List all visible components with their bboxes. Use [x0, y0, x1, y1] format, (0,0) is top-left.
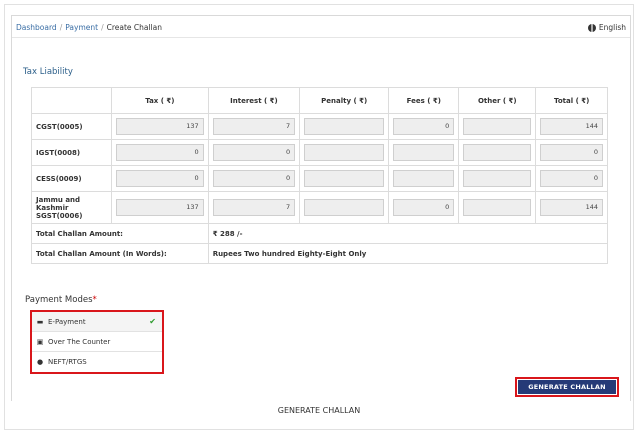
breadcrumb-current: Create Challan — [106, 23, 163, 32]
screenshot-frame: Dashboard / Payment / Create Challan Eng… — [4, 4, 634, 430]
checkmark-icon: ✔ — [149, 317, 156, 326]
breadcrumb-separator: / — [59, 23, 63, 32]
tax-liability-table: Tax ( ₹) Interest ( ₹) Penalty ( ₹) Fees… — [31, 87, 609, 264]
amount-in-words-label: Total Challan Amount (In Words): — [31, 243, 209, 264]
fees-field: 0 — [393, 199, 455, 216]
fees-field — [393, 144, 455, 161]
globe-icon — [587, 23, 596, 32]
figure-caption: GENERATE CHALLAN — [277, 406, 361, 415]
penalty-field — [304, 118, 385, 135]
tax-field: 0 — [116, 170, 204, 187]
tax-liability-title: Tax Liability — [23, 67, 73, 77]
total-field: 0 — [540, 144, 603, 161]
table-header: Interest ( ₹) — [207, 87, 301, 114]
table-row: IGST(0008) 0 0 0 — [31, 139, 608, 166]
interest-field: 7 — [212, 118, 296, 135]
row-label: Jammu and Kashmir SGST(0006) — [31, 191, 112, 224]
penalty-field — [304, 170, 385, 187]
total-amount-value: ₹ 288 /- — [207, 223, 609, 244]
interest-field: 0 — [212, 144, 296, 161]
generate-challan-highlight: GENERATE CHALLAN — [515, 377, 619, 397]
payment-modes-list: ▬ E-Payment ✔ ▣ Over The Counter ● NEFT/… — [30, 310, 164, 374]
penalty-field — [304, 199, 385, 216]
breadcrumb-payment[interactable]: Payment — [65, 23, 98, 32]
row-label: CGST(0005) — [31, 113, 112, 140]
table-header: Tax ( ₹) — [111, 87, 209, 114]
interest-field: 0 — [212, 170, 296, 187]
total-amount-label: Total Challan Amount: — [31, 223, 209, 244]
table-header: Other ( ₹) — [458, 87, 537, 114]
payment-mode-over-the-counter[interactable]: ▣ Over The Counter — [32, 332, 162, 352]
payment-mode-neft-rtgs[interactable]: ● NEFT/RTGS — [32, 352, 162, 372]
globe-icon: ● — [36, 358, 44, 366]
tax-field: 137 — [116, 199, 204, 216]
fees-field — [393, 170, 455, 187]
other-field — [463, 118, 532, 135]
payment-mode-label: Over The Counter — [48, 337, 111, 346]
other-field — [463, 144, 532, 161]
amount-in-words-row: Total Challan Amount (In Words): Rupees … — [31, 243, 609, 264]
payment-modes-text: Payment Modes — [25, 295, 93, 305]
fees-field: 0 — [393, 118, 455, 135]
total-field: 144 — [540, 199, 603, 216]
amount-in-words-value: Rupees Two hundred Eighty-Eight Only — [207, 243, 609, 264]
other-field — [463, 170, 532, 187]
breadcrumb-dashboard[interactable]: Dashboard — [16, 23, 57, 32]
cash-icon: ▣ — [36, 337, 44, 346]
tax-field: 0 — [116, 144, 204, 161]
table-header: Penalty ( ₹) — [299, 87, 390, 114]
table-row: Jammu and Kashmir SGST(0006) 137 7 0 144 — [31, 191, 608, 224]
table-header: Total ( ₹) — [535, 87, 608, 114]
interest-field: 7 — [212, 199, 296, 216]
table-row: CGST(0005) 137 7 0 144 — [31, 113, 608, 140]
payment-mode-e-payment[interactable]: ▬ E-Payment ✔ — [32, 312, 162, 332]
breadcrumb: Dashboard / Payment / Create Challan — [16, 23, 162, 32]
credit-card-icon: ▬ — [36, 317, 44, 326]
tax-field: 137 — [116, 118, 204, 135]
other-field — [463, 199, 532, 216]
total-field: 0 — [540, 170, 603, 187]
table-header — [31, 87, 112, 114]
table-header: Fees ( ₹) — [388, 87, 460, 114]
payment-modes-label: Payment Modes* — [25, 295, 97, 305]
payment-mode-label: NEFT/RTGS — [48, 358, 87, 366]
table-header-row: Tax ( ₹) Interest ( ₹) Penalty ( ₹) Fees… — [31, 87, 608, 114]
table-row: CESS(0009) 0 0 0 — [31, 165, 608, 192]
penalty-field — [304, 144, 385, 161]
language-label: English — [598, 23, 626, 32]
total-field: 144 — [540, 118, 603, 135]
language-selector[interactable]: English — [587, 23, 626, 32]
generate-challan-button[interactable]: GENERATE CHALLAN — [518, 380, 616, 394]
total-amount-row: Total Challan Amount: ₹ 288 /- — [31, 223, 609, 244]
breadcrumb-separator: / — [101, 23, 104, 32]
required-mark: * — [92, 295, 97, 305]
row-label: IGST(0008) — [31, 139, 112, 166]
payment-mode-label: E-Payment — [48, 317, 86, 326]
top-bar: Dashboard / Payment / Create Challan Eng… — [12, 16, 630, 38]
row-label: CESS(0009) — [31, 165, 112, 192]
